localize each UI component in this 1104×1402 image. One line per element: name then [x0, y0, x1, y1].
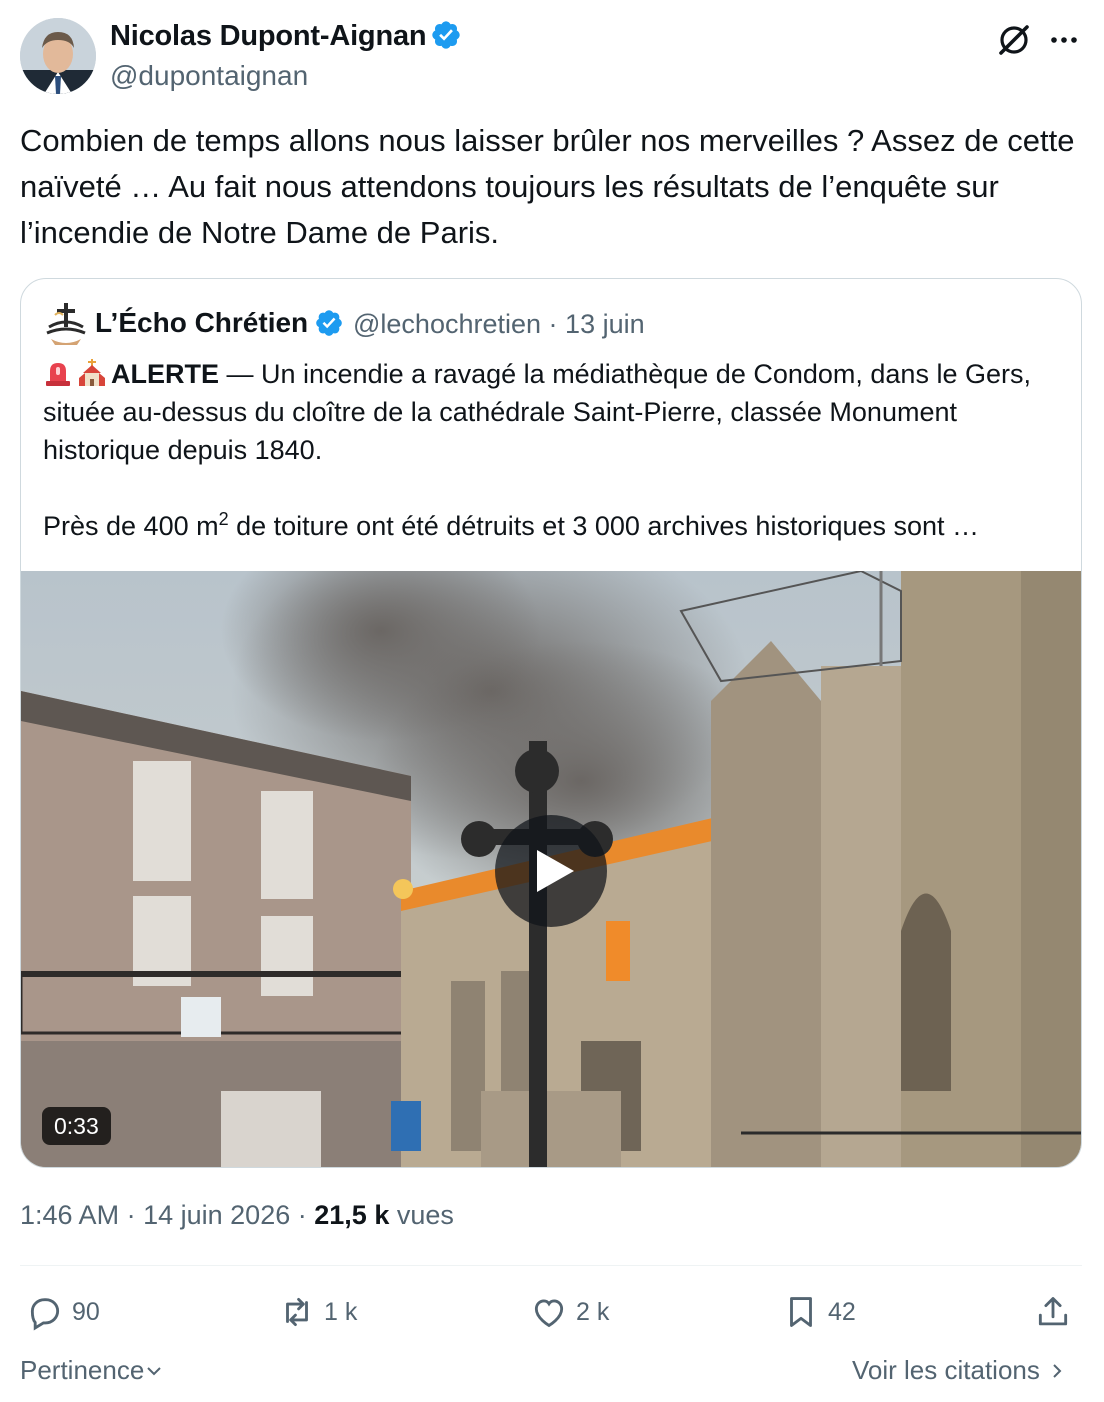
play-icon	[537, 850, 574, 892]
reply-count: 90	[72, 1297, 100, 1326]
church-emoji	[79, 359, 105, 386]
share-button[interactable]	[1034, 1290, 1080, 1334]
view-quotes-label: Voir les citations	[852, 1355, 1040, 1385]
superscript-2: 2	[218, 509, 229, 529]
share-icon	[1038, 1297, 1068, 1326]
ts-separator-2: ·	[297, 1200, 307, 1230]
video-player[interactable]: 0:33	[21, 571, 1081, 1167]
grok-icon[interactable]	[994, 20, 1034, 60]
like-button[interactable]: 2 k	[530, 1290, 609, 1334]
reply-icon	[30, 1298, 60, 1331]
chevron-down-icon	[147, 1367, 162, 1376]
quoted-date[interactable]: 13 juin	[565, 309, 645, 339]
alert-label: ALERTE	[111, 359, 219, 389]
author-handle[interactable]: @dupontaignan	[110, 60, 308, 92]
author-name[interactable]: Nicolas Dupont-Aignan	[110, 19, 462, 53]
quoted-text-part2-suffix: de toiture ont été détruits et 3 000 arc…	[228, 511, 980, 541]
action-bar: 90 1 k 2 k 42	[20, 1290, 1082, 1334]
bookmark-button[interactable]: 42	[782, 1290, 856, 1334]
quoted-author-name[interactable]: L’Écho Chrétien	[95, 307, 344, 339]
like-count: 2 k	[576, 1297, 610, 1326]
quoted-text: ALERTE — Un incendie a ravagé la médiath…	[43, 355, 1063, 545]
verified-badge-icon	[432, 21, 461, 49]
quoted-meta: @lechochretien · 13 juin	[353, 309, 645, 340]
like-icon	[534, 1299, 564, 1328]
bookmark-icon	[790, 1297, 812, 1327]
repost-count: 1 k	[324, 1297, 358, 1326]
quoted-author-avatar[interactable]	[43, 301, 89, 347]
chevron-right-icon	[1053, 1364, 1062, 1378]
ts-separator: ·	[126, 1200, 136, 1230]
siren-emoji	[46, 363, 70, 386]
view-quotes-link[interactable]: Voir les citations	[852, 1355, 1067, 1386]
post-date[interactable]: 14 juin 2026	[143, 1200, 290, 1230]
post-time[interactable]: 1:46 AM	[20, 1200, 119, 1230]
views-label: vues	[396, 1200, 454, 1230]
sort-dropdown[interactable]: Pertinence	[20, 1355, 164, 1386]
quoted-verified-badge-icon	[316, 310, 342, 336]
repost-button[interactable]: 1 k	[278, 1290, 357, 1334]
quoted-author-name-text: L’Écho Chrétien	[95, 307, 309, 338]
divider	[20, 1265, 1082, 1266]
meta-separator: ·	[548, 309, 558, 339]
post-text: Combien de temps allons nous laisser brû…	[20, 123, 1075, 250]
quoted-post-card[interactable]: L’Écho Chrétien @lechochretien · 13 juin…	[20, 278, 1082, 1168]
more-icon[interactable]	[1046, 22, 1082, 58]
sort-label: Pertinence	[20, 1355, 145, 1385]
views-count: 21,5 k	[314, 1200, 390, 1230]
timestamp-row: 1:46 AM · 14 juin 2026 · 21,5 k vues	[20, 1200, 454, 1231]
author-name-text: Nicolas Dupont-Aignan	[110, 20, 427, 52]
play-button[interactable]	[495, 815, 607, 927]
repost-icon	[286, 1297, 308, 1327]
video-duration: 0:33	[42, 1107, 111, 1145]
author-avatar[interactable]	[20, 18, 96, 94]
bookmark-count: 42	[828, 1297, 856, 1326]
reply-button[interactable]: 90	[26, 1290, 100, 1334]
quoted-author-handle[interactable]: @lechochretien	[353, 309, 541, 339]
quoted-text-part2-prefix: Près de 400 m	[43, 511, 219, 541]
